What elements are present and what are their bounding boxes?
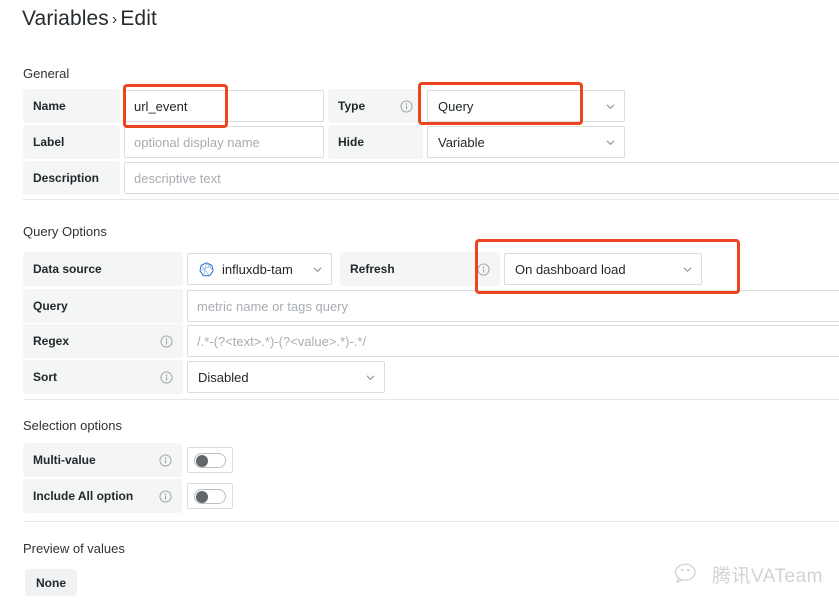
section-heading-query-options: Query Options xyxy=(23,224,107,239)
refresh-label-text: Refresh xyxy=(350,262,395,276)
watermark: 腾讯VATeam xyxy=(674,561,823,588)
sort-select[interactable]: Disabled xyxy=(187,361,385,393)
label-input-placeholder: optional display name xyxy=(134,135,260,150)
regex-input-placeholder: /.*-(?<text>.*)-(?<value>.*)-.*/ xyxy=(197,334,366,349)
regex-label-text: Regex xyxy=(33,334,69,348)
influxdb-icon xyxy=(198,261,215,278)
data-source-label-text: Data source xyxy=(33,262,102,276)
name-input-value: url_event xyxy=(134,99,187,114)
data-source-label: Data source xyxy=(23,252,183,286)
hide-select[interactable]: Variable xyxy=(427,126,625,158)
row-type: Type Query xyxy=(328,89,625,123)
query-label: Query xyxy=(23,289,183,323)
refresh-select[interactable]: On dashboard load xyxy=(504,253,702,285)
chevron-down-icon xyxy=(605,137,616,148)
description-input-placeholder: descriptive text xyxy=(134,171,221,186)
hide-select-value: Variable xyxy=(438,135,599,150)
row-data-source: Data source influxdb-tam xyxy=(23,252,332,286)
row-label: Label optional display name xyxy=(23,125,324,159)
breadcrumb-root[interactable]: Variables xyxy=(22,7,109,30)
toggle-knob xyxy=(196,491,208,503)
name-label-text: Name xyxy=(33,99,66,113)
description-label-text: Description xyxy=(33,171,99,185)
sort-label-text: Sort xyxy=(33,370,57,384)
hide-label: Hide xyxy=(328,125,423,159)
divider-general xyxy=(23,199,839,200)
info-icon[interactable] xyxy=(159,454,172,467)
name-label: Name xyxy=(23,89,120,123)
section-heading-selection-options: Selection options xyxy=(23,418,122,433)
divider-query-options xyxy=(23,399,839,400)
sort-select-value: Disabled xyxy=(198,370,359,385)
data-source-select-value: influxdb-tam xyxy=(222,262,306,277)
multi-value-toggle[interactable] xyxy=(187,447,233,473)
refresh-select-value: On dashboard load xyxy=(515,262,676,277)
breadcrumb-current: Edit xyxy=(120,7,157,30)
toggle-track xyxy=(194,453,226,468)
section-heading-preview: Preview of values xyxy=(23,541,125,556)
toggle-knob xyxy=(196,455,208,467)
page-title: Variables›Edit xyxy=(22,7,157,31)
row-regex: Regex /.*-(?<text>.*)-(?<value>.*)-.*/ xyxy=(23,324,839,358)
type-select[interactable]: Query xyxy=(427,90,625,122)
type-label: Type xyxy=(328,89,423,123)
chevron-down-icon xyxy=(312,264,323,275)
include-all-label-text: Include All option xyxy=(33,489,133,503)
row-sort: Sort Disabled xyxy=(23,360,385,394)
include-all-toggle[interactable] xyxy=(187,483,233,509)
chevron-down-icon xyxy=(605,101,616,112)
label-label-text: Label xyxy=(33,135,64,149)
wechat-logo-icon xyxy=(674,562,704,588)
sort-label: Sort xyxy=(23,360,183,394)
include-all-label: Include All option xyxy=(23,479,182,513)
row-name: Name url_event xyxy=(23,89,324,123)
row-description: Description descriptive text xyxy=(23,161,839,195)
row-include-all: Include All option xyxy=(23,479,233,513)
info-icon[interactable] xyxy=(159,490,172,503)
data-source-select[interactable]: influxdb-tam xyxy=(187,253,332,285)
query-label-text: Query xyxy=(33,299,68,313)
info-icon[interactable] xyxy=(160,335,173,348)
chevron-down-icon xyxy=(682,264,693,275)
row-refresh: Refresh On dashboard load xyxy=(340,252,702,286)
label-input[interactable]: optional display name xyxy=(124,126,324,158)
toggle-track xyxy=(194,489,226,504)
query-input-placeholder: metric name or tags query xyxy=(197,299,348,314)
multi-value-label: Multi-value xyxy=(23,443,182,477)
refresh-label: Refresh xyxy=(340,252,500,286)
breadcrumb-separator: › xyxy=(112,11,117,28)
type-select-value: Query xyxy=(438,99,599,114)
description-label: Description xyxy=(23,161,120,195)
row-multi-value: Multi-value xyxy=(23,443,233,477)
regex-label: Regex xyxy=(23,324,183,358)
name-input[interactable]: url_event xyxy=(124,90,324,122)
info-icon[interactable] xyxy=(477,263,490,276)
section-heading-general: General xyxy=(23,66,69,81)
regex-input[interactable]: /.*-(?<text>.*)-(?<value>.*)-.*/ xyxy=(187,325,839,357)
query-input[interactable]: metric name or tags query xyxy=(187,290,839,322)
row-query: Query metric name or tags query xyxy=(23,289,839,323)
variable-editor-page: Variables›Edit General Name url_event Ty… xyxy=(0,0,839,608)
description-input[interactable]: descriptive text xyxy=(124,162,839,194)
type-label-text: Type xyxy=(338,99,365,113)
divider-selection-options xyxy=(23,521,839,522)
preview-value-chip: None xyxy=(25,569,77,596)
label-label: Label xyxy=(23,125,120,159)
row-hide: Hide Variable xyxy=(328,125,625,159)
multi-value-label-text: Multi-value xyxy=(33,453,96,467)
watermark-text: 腾讯VATeam xyxy=(712,561,823,588)
hide-label-text: Hide xyxy=(338,135,364,149)
info-icon[interactable] xyxy=(400,100,413,113)
chevron-down-icon xyxy=(365,372,376,383)
info-icon[interactable] xyxy=(160,371,173,384)
